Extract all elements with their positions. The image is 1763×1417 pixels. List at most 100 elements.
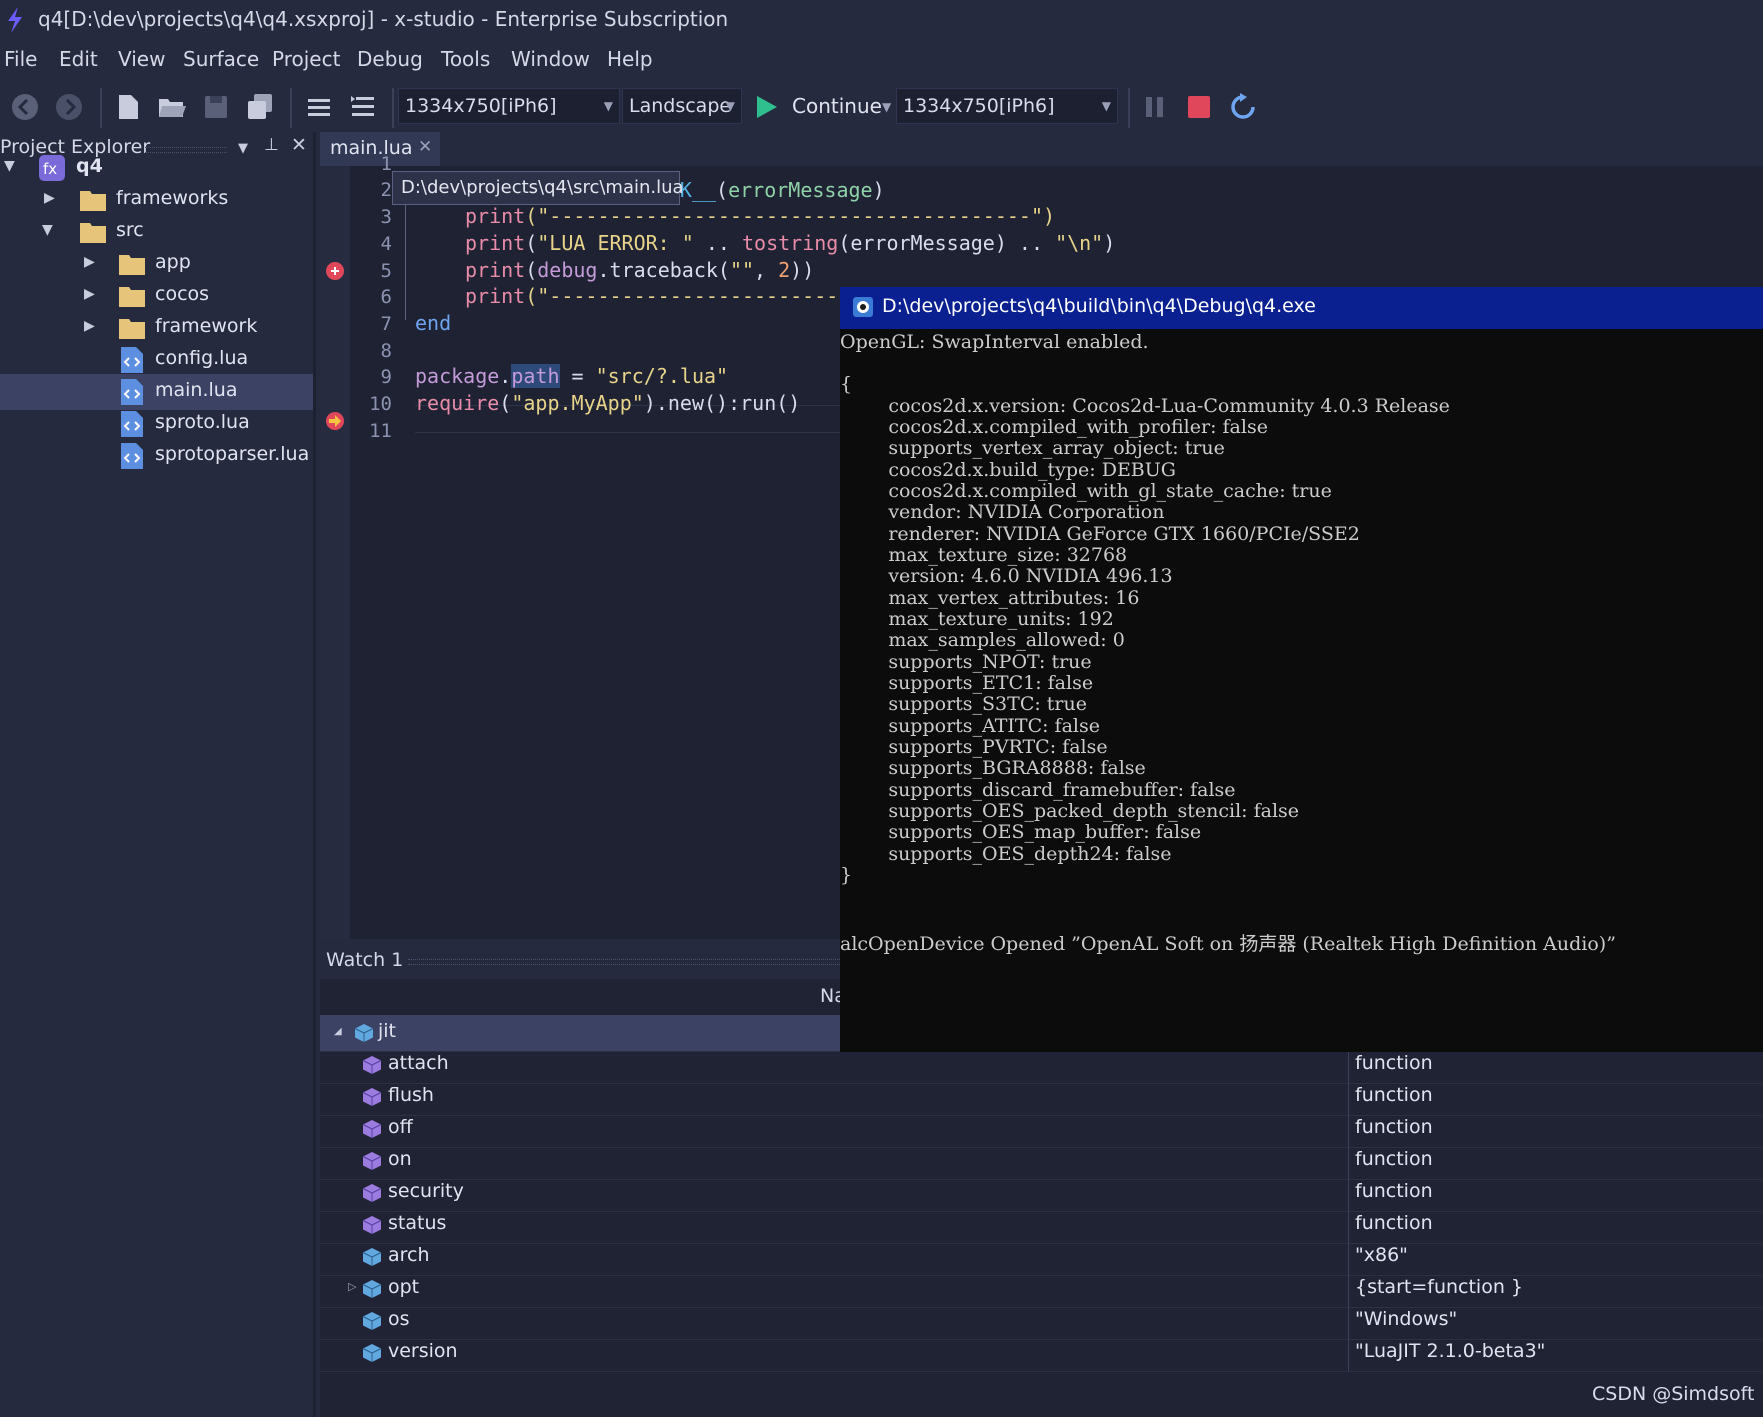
collapsed-arrow-icon[interactable]: ▷	[348, 1280, 356, 1293]
chevron-down-icon[interactable]: ▼	[882, 100, 891, 114]
string: ("--------------------------------------…	[525, 204, 1056, 228]
column-divider	[1348, 1335, 1349, 1371]
console-line: alcOpenDevice Opened ”OpenAL Soft on 扬声器…	[840, 933, 1616, 955]
code-line-10: require("app.MyApp").new():run()	[415, 391, 800, 415]
tree-item-project[interactable]: ▼ fx q4	[0, 150, 313, 186]
breakpoint-icon[interactable]	[325, 261, 345, 281]
resolution-select[interactable]: 1334x750[iPh6] ▼	[398, 88, 620, 124]
column-divider	[1348, 1143, 1349, 1179]
column-divider	[1348, 1047, 1349, 1083]
tree-item-app[interactable]: ▶ app	[0, 246, 313, 282]
console-line: supports_BGRA8888: false	[840, 757, 1146, 779]
expand-arrow-icon[interactable]: ◢	[334, 1026, 342, 1037]
punct: (	[716, 178, 729, 202]
continue-button[interactable]: Continue	[792, 94, 882, 118]
console-line: renderer: NVIDIA GeForce GTX 1660/PCIe/S…	[840, 523, 1360, 545]
close-tab-icon[interactable]: ✕	[418, 137, 432, 157]
forward-icon[interactable]	[54, 92, 84, 122]
lua-file-icon	[121, 379, 143, 405]
menu-edit[interactable]: Edit	[59, 47, 98, 71]
collapsed-arrow-icon[interactable]: ▶	[84, 286, 95, 302]
builtin: tostring	[741, 231, 839, 255]
tree-item-sproto-lua[interactable]: sproto.lua	[0, 406, 313, 442]
menu-tools[interactable]: Tools	[441, 47, 490, 71]
stop-icon[interactable]	[1184, 92, 1214, 122]
string: "LUA ERROR: "	[537, 231, 694, 255]
line-number: 2	[380, 179, 392, 201]
console-window[interactable]: D:\dev\projects\q4\build\bin\q4\Debug\q4…	[840, 287, 1763, 1052]
resolution-select-2[interactable]: 1334x750[iPh6] ▼	[896, 88, 1118, 124]
console-line: OpenGL: SwapInterval enabled.	[840, 331, 1149, 353]
tree-item-sprotoparser-lua[interactable]: sprotoparser.lua	[0, 438, 313, 474]
console-line: supports_ATITC: false	[840, 715, 1100, 737]
console-line: version: 4.6.0 NVIDIA 496.13	[840, 565, 1173, 587]
operator: =	[559, 364, 596, 388]
line-number: 3	[380, 206, 392, 228]
menu-help[interactable]: Help	[607, 47, 653, 71]
tree-item-framework[interactable]: ▶ framework	[0, 310, 313, 346]
console-output[interactable]: OpenGL: SwapInterval enabled. { cocos2d.…	[840, 329, 1763, 1052]
keyword: end	[415, 311, 452, 335]
save-all-icon[interactable]	[245, 92, 275, 122]
watch-name: off	[388, 1116, 413, 1138]
collapsed-arrow-icon[interactable]: ▶	[84, 318, 95, 334]
tree-label: src	[116, 219, 144, 241]
tree-item-cocos[interactable]: ▶ cocos	[0, 278, 313, 314]
function-icon	[362, 1216, 382, 1234]
save-icon[interactable]	[201, 92, 231, 122]
watch-title: Watch 1	[326, 949, 404, 971]
console-line: cocos2d.x.version: Cocos2d-Lua-Community…	[840, 395, 1450, 417]
menu-surface[interactable]: Surface	[183, 47, 259, 71]
console-title-bar[interactable]: D:\dev\projects\q4\build\bin\q4\Debug\q4…	[840, 287, 1763, 329]
tree-label: sprotoparser.lua	[155, 443, 310, 465]
tree-item-frameworks[interactable]: ▶ frameworks	[0, 182, 313, 218]
collapsed-arrow-icon[interactable]: ▶	[44, 190, 55, 206]
restart-icon[interactable]	[1228, 92, 1258, 122]
file-path-tooltip: D:\dev\projects\q4\src\main.lua	[392, 171, 684, 205]
lua-file-icon	[121, 347, 143, 373]
watch-name: arch	[388, 1244, 430, 1266]
column-divider	[1348, 1175, 1349, 1211]
open-folder-icon[interactable]	[157, 92, 187, 122]
indent-icon[interactable]	[348, 92, 378, 122]
tree-item-config-lua[interactable]: config.lua	[0, 342, 313, 378]
line-number: 7	[380, 313, 392, 335]
play-icon[interactable]	[754, 92, 780, 122]
orientation-select[interactable]: Landscape ▼	[622, 88, 742, 124]
watch-value: "Windows"	[1355, 1308, 1458, 1330]
watch-row[interactable]: version "LuaJIT 2.1.0-beta3"	[320, 1335, 1763, 1372]
number: 2	[778, 258, 791, 282]
menu-debug[interactable]: Debug	[357, 47, 423, 71]
format-lines-icon[interactable]	[304, 92, 334, 122]
current-line-arrow-icon[interactable]	[325, 411, 345, 431]
breakpoint-gutter[interactable]	[320, 166, 350, 939]
column-divider	[1348, 1303, 1349, 1339]
function-icon	[362, 1184, 382, 1202]
value-icon	[362, 1312, 382, 1330]
folder-icon	[80, 223, 106, 243]
new-file-icon[interactable]	[113, 92, 143, 122]
code-line-7: end	[415, 311, 451, 335]
menu-file[interactable]: File	[4, 47, 37, 71]
tree-label: main.lua	[155, 379, 238, 401]
pause-icon[interactable]	[1140, 92, 1170, 122]
expand-arrow-icon[interactable]: ▼	[4, 158, 15, 174]
console-line: vendor: NVIDIA Corporation	[840, 501, 1165, 523]
punct: ).new():run()	[643, 391, 801, 415]
punct: .	[499, 364, 512, 388]
punct: .traceback(	[597, 258, 730, 282]
svg-text:fx: fx	[43, 160, 57, 178]
console-line: {	[840, 373, 853, 395]
watch-name: opt	[388, 1276, 420, 1298]
collapsed-arrow-icon[interactable]: ▶	[84, 254, 95, 270]
menu-window[interactable]: Window	[511, 47, 590, 71]
code-line-3: print("---------------------------------…	[465, 204, 1055, 228]
back-icon[interactable]	[10, 92, 40, 122]
watch-name: os	[388, 1308, 410, 1330]
menu-view[interactable]: View	[118, 47, 165, 71]
console-line: supports_PVRTC: false	[840, 736, 1108, 758]
tree-item-main-lua[interactable]: main.lua	[0, 374, 313, 410]
menu-project[interactable]: Project	[272, 47, 340, 71]
expand-arrow-icon[interactable]: ▼	[42, 222, 53, 238]
tree-item-src[interactable]: ▼ src	[0, 214, 313, 250]
